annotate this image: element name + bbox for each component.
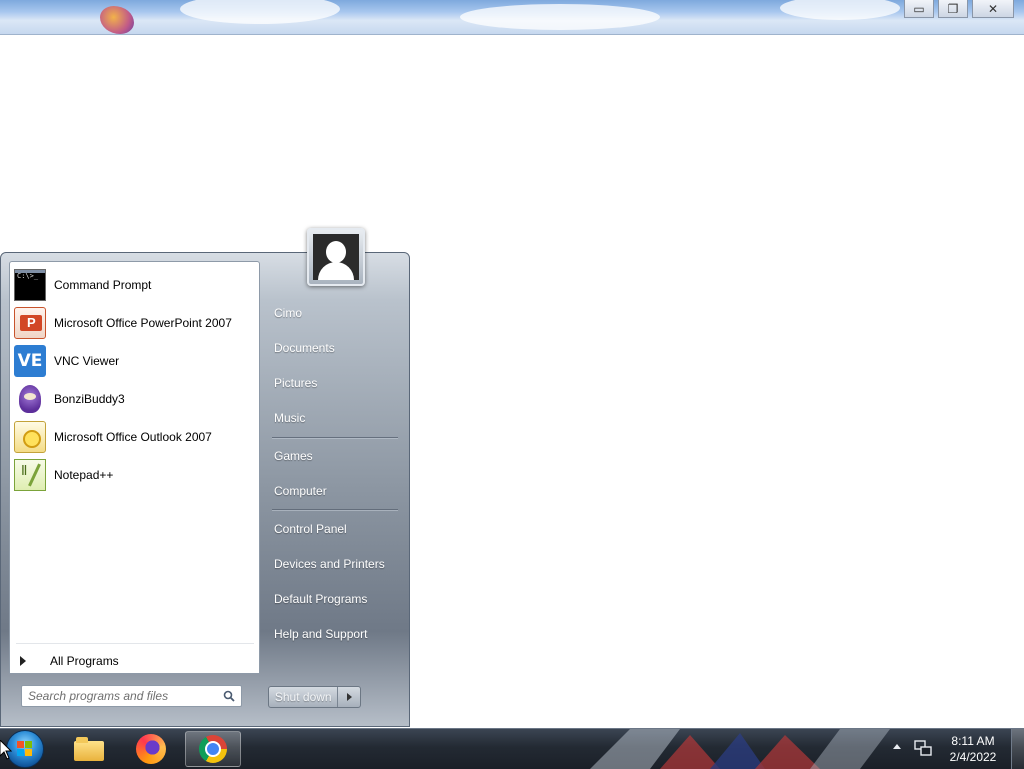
program-label: BonziBuddy3 bbox=[54, 392, 125, 406]
window-controls: ▭ ❐ ✕ bbox=[904, 0, 1014, 18]
all-programs-button[interactable]: All Programs bbox=[20, 652, 119, 670]
program-item-command-prompt[interactable]: Command Prompt bbox=[12, 267, 257, 303]
notepad-plus-plus-icon bbox=[14, 459, 46, 491]
places-item-control-panel[interactable]: Control Panel bbox=[274, 522, 347, 536]
places-item-documents[interactable]: Documents bbox=[274, 341, 335, 355]
divider bbox=[272, 437, 398, 439]
system-clock[interactable]: 8:11 AM 2/4/2022 bbox=[938, 733, 1008, 765]
restore-button[interactable]: ❐ bbox=[938, 0, 968, 18]
firefox-icon bbox=[136, 734, 166, 764]
powerpoint-icon bbox=[14, 307, 46, 339]
places-item-default-programs[interactable]: Default Programs bbox=[274, 592, 367, 606]
wallpaper-cloud bbox=[180, 0, 340, 24]
divider bbox=[272, 509, 398, 511]
program-label: VNC Viewer bbox=[54, 354, 120, 368]
places-item-help-and-support[interactable]: Help and Support bbox=[274, 627, 367, 641]
program-label: Microsoft Office PowerPoint 2007 bbox=[54, 316, 232, 330]
bonzibuddy-icon bbox=[14, 383, 46, 415]
program-label: Microsoft Office Outlook 2007 bbox=[54, 430, 212, 444]
places-item-computer[interactable]: Computer bbox=[274, 484, 327, 498]
program-label: Command Prompt bbox=[54, 278, 152, 292]
taskbar-app-explorer[interactable] bbox=[61, 731, 117, 767]
network-icon[interactable] bbox=[914, 739, 932, 757]
places-item-games[interactable]: Games bbox=[274, 449, 313, 463]
windows-logo-icon bbox=[17, 741, 33, 757]
mouse-cursor-icon bbox=[0, 740, 12, 760]
program-item-outlook[interactable]: Microsoft Office Outlook 2007 bbox=[12, 419, 257, 455]
close-button[interactable]: ✕ bbox=[972, 0, 1014, 18]
clock-date: 2/4/2022 bbox=[949, 750, 997, 764]
taskbar: 8:11 AM 2/4/2022 bbox=[0, 728, 1024, 769]
places-item-devices-and-printers[interactable]: Devices and Printers bbox=[274, 557, 385, 571]
places-item-pictures[interactable]: Pictures bbox=[274, 376, 317, 390]
wallpaper-graphic bbox=[590, 729, 890, 769]
chevron-right-icon bbox=[346, 693, 352, 701]
minimize-button[interactable]: ▭ bbox=[904, 0, 934, 18]
program-item-notepad-plus-plus[interactable]: Notepad++ bbox=[12, 457, 257, 493]
places-item-music[interactable]: Music bbox=[274, 411, 305, 425]
start-menu: Command Prompt Microsoft Office PowerPoi… bbox=[0, 252, 410, 727]
shutdown-options-button[interactable] bbox=[337, 687, 360, 707]
user-account-picture[interactable] bbox=[307, 228, 365, 286]
window-title-bar: ▭ ❐ ✕ bbox=[0, 0, 1024, 35]
wallpaper-cloud bbox=[460, 4, 660, 30]
all-programs-label: All Programs bbox=[50, 654, 119, 668]
divider bbox=[16, 643, 254, 644]
avatar bbox=[313, 234, 359, 280]
taskbar-app-firefox[interactable] bbox=[123, 731, 179, 767]
chrome-icon bbox=[199, 735, 227, 763]
search-icon[interactable] bbox=[223, 690, 235, 702]
program-item-powerpoint[interactable]: Microsoft Office PowerPoint 2007 bbox=[12, 305, 257, 341]
command-prompt-icon bbox=[14, 269, 46, 301]
wallpaper-logo bbox=[100, 6, 134, 34]
places-item-user[interactable]: Cimo bbox=[274, 306, 302, 320]
clock-time: 8:11 AM bbox=[951, 734, 995, 748]
search-box[interactable] bbox=[21, 685, 242, 707]
wallpaper-cloud bbox=[780, 0, 900, 20]
program-item-bonzibuddy[interactable]: BonziBuddy3 bbox=[12, 381, 257, 417]
outlook-icon bbox=[14, 421, 46, 453]
program-item-vnc-viewer[interactable]: VE VNC Viewer bbox=[12, 343, 257, 379]
show-desktop-button[interactable] bbox=[1011, 729, 1024, 769]
search-input[interactable] bbox=[22, 686, 218, 706]
show-hidden-icons-icon[interactable] bbox=[893, 744, 901, 749]
taskbar-app-chrome[interactable] bbox=[185, 731, 241, 767]
start-menu-places-pane: Cimo Documents Pictures Music Games Comp… bbox=[262, 253, 410, 728]
program-label: Notepad++ bbox=[54, 468, 114, 482]
shutdown-button-group: Shut down bbox=[268, 686, 361, 708]
start-menu-programs-pane: Command Prompt Microsoft Office PowerPoi… bbox=[9, 261, 260, 674]
chevron-right-icon bbox=[20, 656, 26, 666]
avatar-head bbox=[326, 241, 346, 263]
avatar-body bbox=[318, 262, 354, 280]
vnc-viewer-icon: VE bbox=[14, 345, 46, 377]
shutdown-button[interactable]: Shut down bbox=[269, 690, 337, 704]
windows-explorer-icon bbox=[74, 737, 104, 761]
